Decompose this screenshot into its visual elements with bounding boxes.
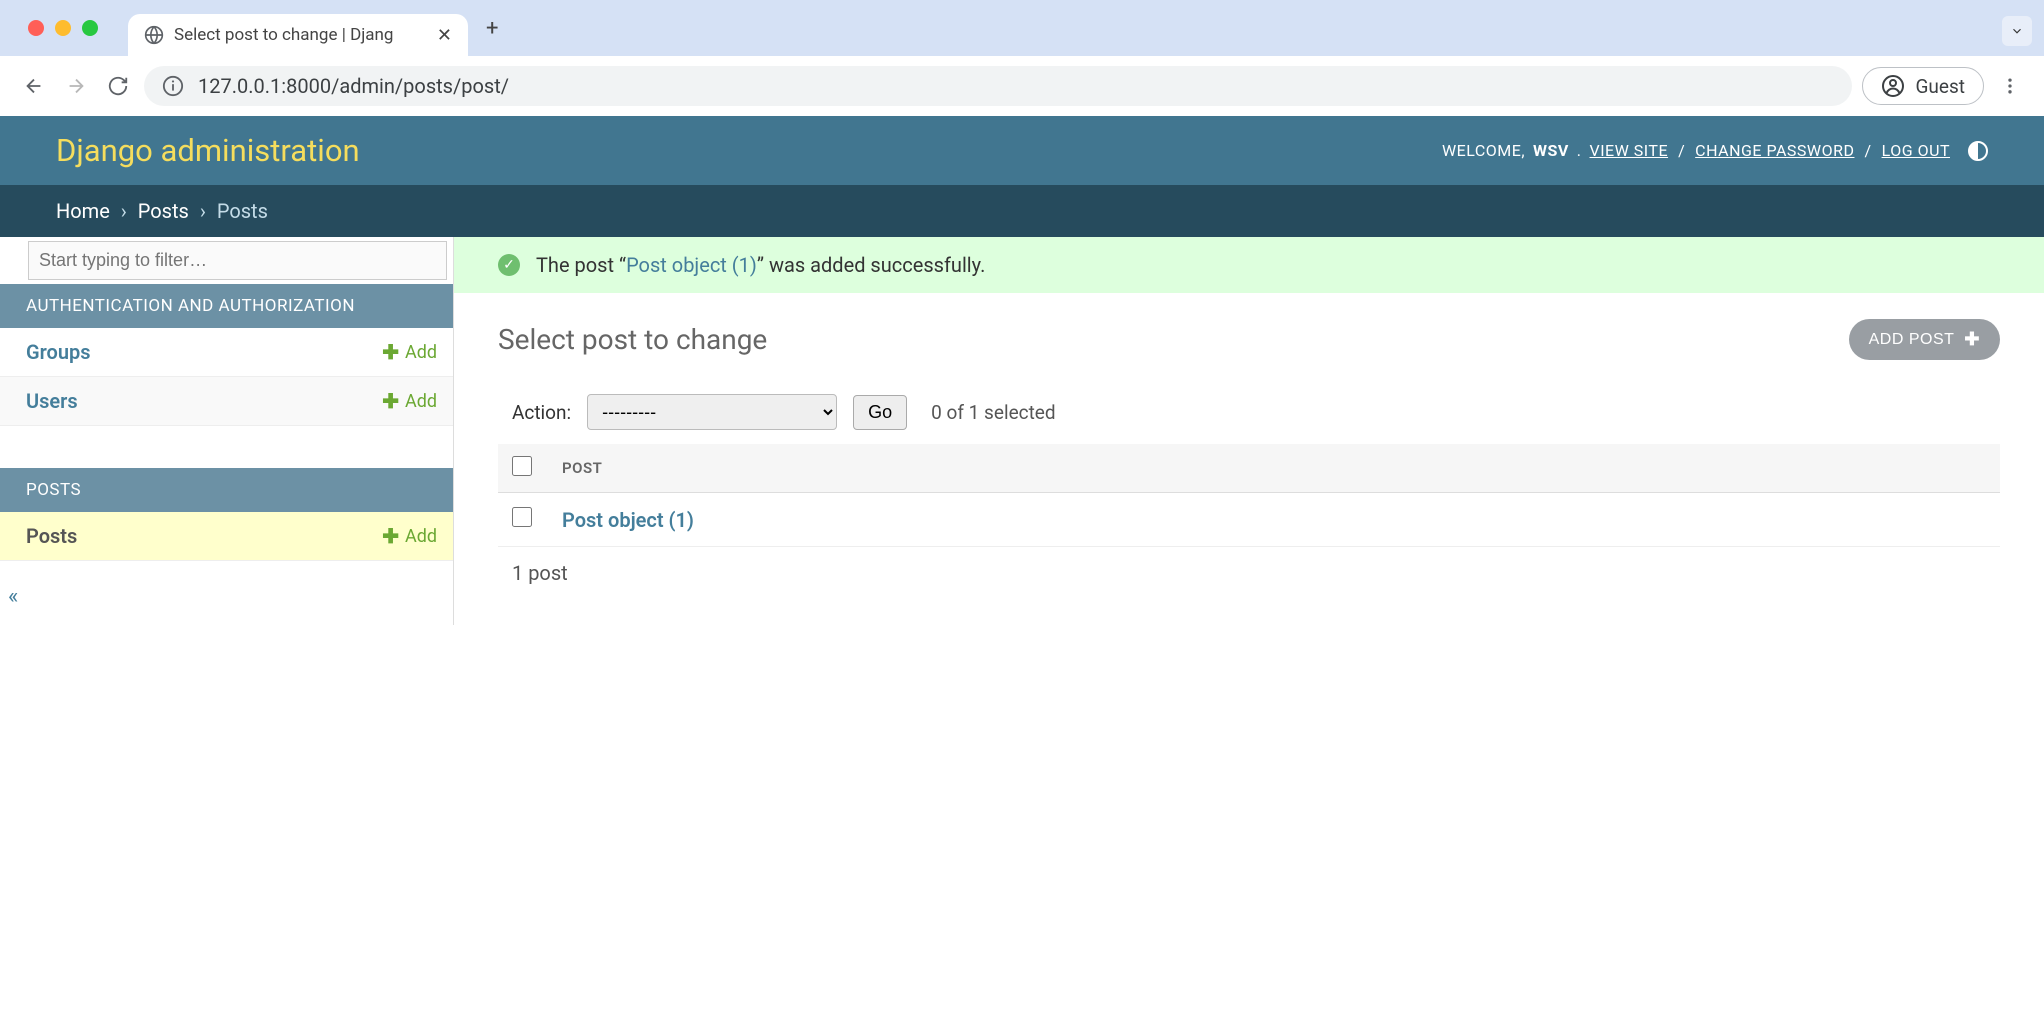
site-title[interactable]: Django administration [56,132,360,169]
url-text: 127.0.0.1:8000/admin/posts/post/ [198,74,509,98]
breadcrumb-home[interactable]: Home [56,199,110,223]
sidebar-item-users: Users ✚Add [0,377,453,426]
traffic-lights [28,20,98,36]
message-prefix: The post “ [536,253,626,277]
user-tools: WELCOME, WSV. VIEW SITE / CHANGE PASSWOR… [1442,141,1988,161]
chevron-down-icon [2010,24,2024,38]
sidebar-section-heading: POSTS [0,468,453,512]
arrow-left-icon [23,75,45,97]
select-all-checkbox[interactable] [512,456,532,476]
person-icon [1881,74,1905,98]
actions-bar: Action: --------- Go 0 of 1 selected [498,394,2000,430]
sidebar-add-link[interactable]: ✚Add [382,524,437,548]
plus-icon: ✚ [1964,329,1980,350]
message-object-link[interactable]: Post object (1) [626,253,757,277]
sidebar-add-link[interactable]: ✚Add [382,340,437,364]
back-button[interactable] [18,70,50,102]
reload-button[interactable] [102,70,134,102]
sidebar-collapse-button[interactable]: « [8,584,18,609]
globe-icon [144,25,164,45]
sidebar-item-label[interactable]: Groups [26,340,91,364]
row-link[interactable]: Post object (1) [562,508,694,532]
reload-icon [107,75,129,97]
action-select[interactable]: --------- [587,394,837,430]
sidebar-item-label[interactable]: Posts [26,524,77,548]
sidebar-item-posts: Posts ✚Add [0,512,453,561]
profile-label: Guest [1915,75,1965,98]
dots-vertical-icon [2000,76,2020,96]
plus-icon: ✚ [382,340,399,364]
tab-bar: Select post to change | Djang ✕ + [0,0,2044,56]
arrow-right-icon [65,75,87,97]
sidebar-add-link[interactable]: ✚Add [382,389,437,413]
result-table: POST Post object (1) [498,444,2000,547]
sidebar-item-groups: Groups ✚Add [0,328,453,377]
window-maximize-button[interactable] [82,20,98,36]
username: WSV [1533,141,1569,160]
table-row: Post object (1) [498,493,2000,547]
window-close-button[interactable] [28,20,44,36]
add-post-button[interactable]: ADD POST ✚ [1849,319,2000,360]
forward-button[interactable] [60,70,92,102]
go-button[interactable]: Go [853,395,907,430]
browser-menu-button[interactable] [1994,76,2026,96]
view-site-link[interactable]: VIEW SITE [1590,141,1669,160]
close-icon[interactable]: ✕ [437,25,452,46]
plus-icon: ✚ [382,389,399,413]
breadcrumb: Home › Posts › Posts [0,185,2044,237]
page-title: Select post to change [498,323,767,356]
browser-tab[interactable]: Select post to change | Djang ✕ [128,14,468,56]
row-checkbox[interactable] [512,507,532,527]
theme-toggle-icon[interactable] [1968,141,1988,161]
breadcrumb-section[interactable]: Posts [138,199,189,223]
new-tab-button[interactable]: + [486,16,498,41]
success-message: ✓ The post “Post object (1)” was added s… [454,237,2044,293]
result-count: 1 post [498,547,2000,599]
selection-count: 0 of 1 selected [931,401,1055,424]
message-suffix: ” was added successfully. [757,253,986,277]
log-out-link[interactable]: LOG OUT [1882,141,1950,160]
breadcrumb-current: Posts [217,199,268,223]
column-header[interactable]: POST [548,444,2000,493]
content: ✓ The post “Post object (1)” was added s… [454,237,2044,625]
tabs-dropdown-button[interactable] [2002,16,2032,46]
django-header: Django administration WELCOME, WSV. VIEW… [0,116,2044,185]
welcome-text: WELCOME, [1442,141,1525,160]
sidebar-section-heading: AUTHENTICATION AND AUTHORIZATION [0,284,453,328]
check-icon: ✓ [498,254,520,276]
sidebar-item-label[interactable]: Users [26,389,78,413]
profile-chip[interactable]: Guest [1862,67,1984,105]
url-bar: 127.0.0.1:8000/admin/posts/post/ Guest [0,56,2044,116]
change-password-link[interactable]: CHANGE PASSWORD [1695,141,1854,160]
info-icon [162,75,184,97]
window-minimize-button[interactable] [55,20,71,36]
address-bar[interactable]: 127.0.0.1:8000/admin/posts/post/ [144,66,1852,106]
action-label: Action: [512,401,571,424]
sidebar: AUTHENTICATION AND AUTHORIZATION Groups … [0,237,454,625]
browser-chrome: Select post to change | Djang ✕ + 127.0.… [0,0,2044,116]
main: AUTHENTICATION AND AUTHORIZATION Groups … [0,237,2044,625]
sidebar-filter-input[interactable] [28,241,447,280]
plus-icon: ✚ [382,524,399,548]
tab-title: Select post to change | Djang [174,25,393,45]
